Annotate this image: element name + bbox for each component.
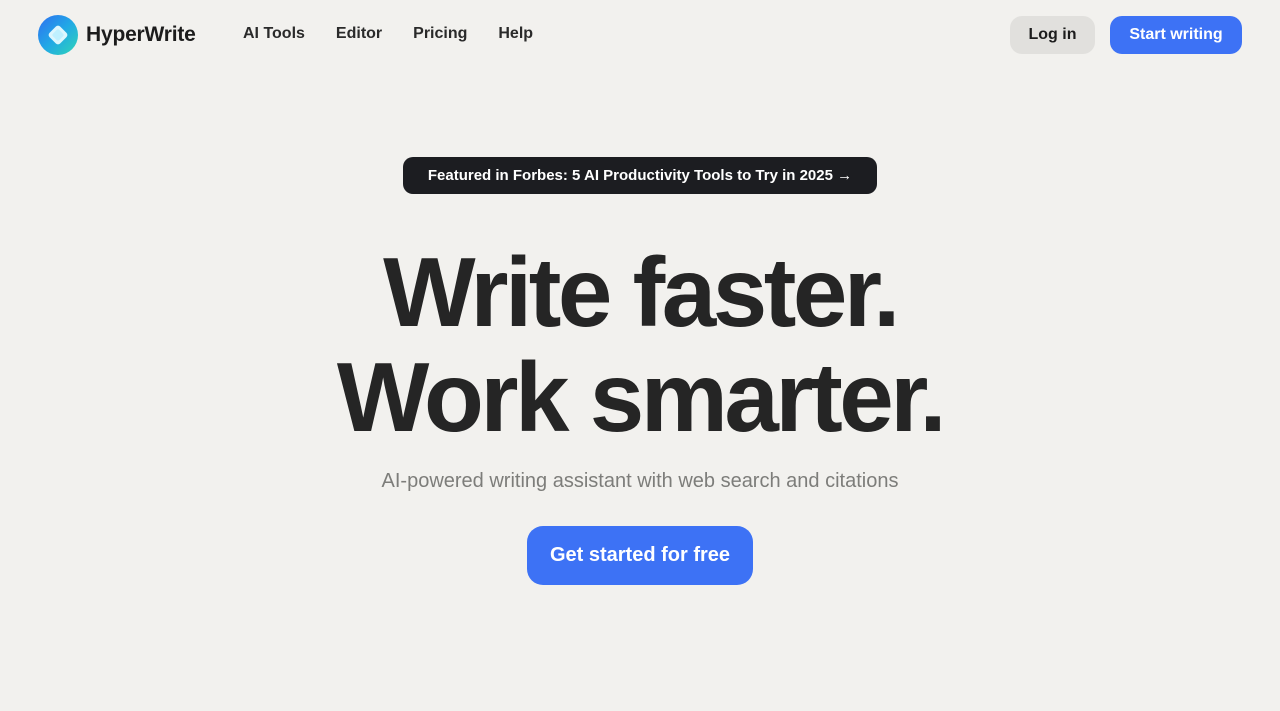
main-nav: AI Tools Editor Pricing Help xyxy=(243,24,564,44)
login-button[interactable]: Log in xyxy=(1010,16,1095,54)
hyperwrite-logo-icon xyxy=(38,15,78,55)
partner-logo xyxy=(936,706,972,711)
site-header: HyperWrite AI Tools Editor Pricing Help … xyxy=(0,0,1280,70)
hero-subtitle: AI-powered writing assistant with web se… xyxy=(381,470,899,492)
nav-item-pricing[interactable]: Pricing xyxy=(413,24,467,44)
nav-item-editor[interactable]: Editor xyxy=(336,24,382,44)
brand-link[interactable]: HyperWrite xyxy=(38,15,196,55)
nav-item-help[interactable]: Help xyxy=(498,24,533,44)
get-started-button[interactable]: Get started for free xyxy=(527,526,753,585)
start-writing-button[interactable]: Start writing xyxy=(1110,16,1242,54)
partner-logo xyxy=(202,706,220,711)
page: HyperWrite AI Tools Editor Pricing Help … xyxy=(0,0,1280,711)
brand-name: HyperWrite xyxy=(86,23,196,46)
headline-line-1: Write faster. xyxy=(383,237,900,347)
partner-logo xyxy=(440,706,550,711)
nav-item-ai-tools[interactable]: AI Tools xyxy=(243,24,305,44)
forbes-banner-link[interactable]: Featured in Forbes: 5 AI Productivity To… xyxy=(403,157,877,194)
headline-line-2: Work smarter. xyxy=(336,342,947,452)
